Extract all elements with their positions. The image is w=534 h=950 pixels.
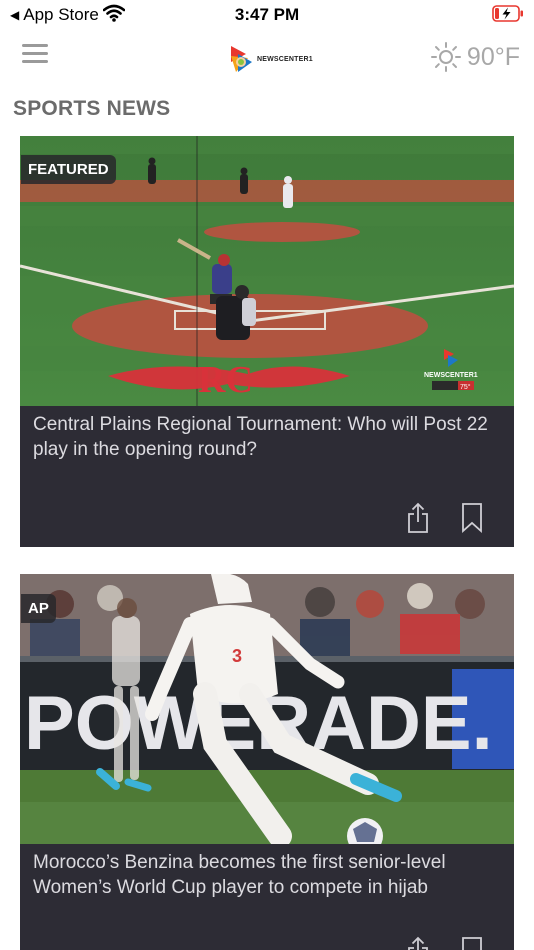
battery-charging-icon xyxy=(492,5,523,22)
logo-text: NEWSCENTER1 xyxy=(257,55,313,63)
soccer-player-illustration: POWERADE. 3 xyxy=(20,574,514,844)
logo-mark-icon xyxy=(231,46,252,72)
article-headline[interactable]: Central Plains Regional Tournament: Who … xyxy=(33,412,503,462)
weather-widget[interactable]: 90°F xyxy=(430,42,520,72)
temperature-label: 90°F xyxy=(466,42,520,71)
article-image-baseball[interactable]: RC NEWSCENTER1 75° FEATURED xyxy=(20,136,514,406)
sun-icon xyxy=(430,42,461,72)
newscenter1-logo[interactable]: NEWSCENTER1 xyxy=(228,44,313,74)
featured-badge: FEATURED xyxy=(21,155,116,184)
clock-time: 3:47 PM xyxy=(234,5,300,24)
hamburger-menu-icon[interactable] xyxy=(22,44,50,66)
article-image-soccer[interactable]: POWERADE. 3 AP xyxy=(20,574,514,844)
ap-badge: AP xyxy=(21,594,56,623)
bookmark-icon[interactable] xyxy=(460,502,484,534)
article-actions xyxy=(406,936,484,950)
svg-text:RC: RC xyxy=(198,359,253,401)
image-jersey-number: 3 xyxy=(232,646,242,666)
article-card[interactable]: POWERADE. 3 AP Morocco’s Benzina becomes… xyxy=(20,574,514,950)
share-icon[interactable] xyxy=(406,502,430,534)
share-icon[interactable] xyxy=(406,936,430,950)
image-temp-text: 75° xyxy=(460,383,471,391)
section-title: SPORTS NEWS xyxy=(13,97,171,120)
image-logo-text: NEWSCENTER1 xyxy=(424,372,478,379)
status-bar: ◀ App Store 3:47 PM xyxy=(0,0,534,28)
article-headline[interactable]: Morocco’s Benzina becomes the first seni… xyxy=(33,850,503,900)
article-card[interactable]: RC NEWSCENTER1 75° FEATURED Central Plai… xyxy=(20,136,514,547)
article-actions xyxy=(406,502,484,534)
bookmark-icon[interactable] xyxy=(460,936,484,950)
app-header: NEWSCENTER1 90°F xyxy=(0,36,534,84)
